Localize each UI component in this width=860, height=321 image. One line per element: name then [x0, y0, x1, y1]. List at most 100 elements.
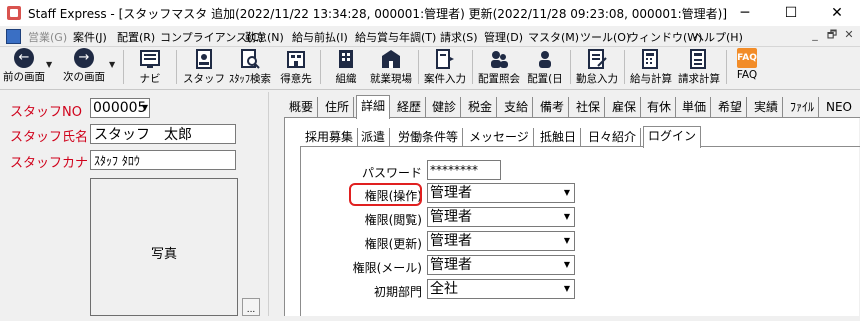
- tab-overview[interactable]: 概要: [285, 97, 319, 117]
- staff-kana-field[interactable]: ｽﾀｯﾌ ﾀﾛｳ: [90, 150, 236, 170]
- tab-details[interactable]: 詳細: [356, 95, 391, 119]
- photo-box[interactable]: 写真: [90, 178, 238, 316]
- permission-mail-select[interactable]: 管理者 ▼: [427, 255, 575, 275]
- default-department-select[interactable]: 全社 ▼: [427, 279, 575, 299]
- tab-address[interactable]: 住所: [321, 97, 355, 117]
- menu-billing[interactable]: 請求(S): [440, 29, 478, 45]
- placement-daily-button[interactable]: 配置(日: [524, 48, 566, 86]
- staff-search-icon: [241, 49, 260, 69]
- menu-sales[interactable]: 営業(G): [28, 29, 67, 45]
- subtab-conflict-date[interactable]: 抵触日: [536, 128, 582, 146]
- payroll-label: 給与計算: [630, 73, 672, 85]
- menu-placement[interactable]: 配置(R): [117, 29, 155, 45]
- chevron-down-icon: ▼: [563, 284, 571, 293]
- permission-view-select[interactable]: 管理者 ▼: [427, 207, 575, 227]
- navi-button[interactable]: ナビ: [130, 48, 170, 86]
- password-field[interactable]: ********: [427, 160, 501, 180]
- subtab-login[interactable]: ログイン: [643, 126, 702, 148]
- staff-name-label: スタッフ氏名: [10, 130, 89, 145]
- chevron-down-icon: ▼: [563, 236, 571, 245]
- toolbar-separator: [176, 50, 177, 84]
- tab-employment-insurance[interactable]: 雇保: [608, 97, 642, 117]
- worksite-icon: [382, 50, 400, 68]
- billing-button[interactable]: 請求計算: [676, 48, 722, 86]
- menu-advance-pay[interactable]: 給与前払(I): [292, 29, 348, 45]
- tab-tax[interactable]: 税金: [464, 97, 498, 117]
- placement-daily-icon: [539, 51, 551, 68]
- permission-view-label: 権限(閲覧): [364, 213, 422, 227]
- chevron-down-icon: ▼: [141, 103, 148, 112]
- close-button[interactable]: ✕: [814, 0, 860, 26]
- faq-button[interactable]: FAQ FAQ: [730, 48, 764, 86]
- menu-jobs[interactable]: 案件(J): [73, 29, 107, 45]
- faq-icon: FAQ: [737, 48, 757, 68]
- default-department-label: 初期部門: [373, 285, 422, 299]
- menu-admin[interactable]: 管理(D): [484, 29, 523, 45]
- tab-files[interactable]: ﾌｧｲﾙ: [786, 97, 820, 117]
- photo-browse-button[interactable]: ...: [242, 298, 260, 316]
- permission-operation-select[interactable]: 管理者 ▼: [427, 183, 575, 203]
- mdi-restore-button[interactable]: 🗗: [825, 28, 839, 42]
- menu-window[interactable]: ウィンドウ(W): [628, 29, 702, 45]
- subtab-daily-referral[interactable]: 日々紹介: [584, 128, 642, 146]
- tab-results[interactable]: 実績: [750, 97, 784, 117]
- permission-update-select[interactable]: 管理者 ▼: [427, 231, 575, 251]
- subtab-messages[interactable]: メッセージ: [465, 128, 534, 146]
- staff-search-label: ｽﾀｯﾌ検索: [229, 73, 271, 85]
- tab-payment[interactable]: 支給: [500, 97, 534, 117]
- tab-social-insurance[interactable]: 社保: [572, 97, 606, 117]
- client-button[interactable]: 得意先: [276, 48, 316, 86]
- menu-master[interactable]: マスタ(M): [528, 29, 579, 45]
- permission-update-label: 権限(更新): [364, 237, 422, 251]
- tab-preferences[interactable]: 希望: [714, 97, 748, 117]
- tab-unit-price[interactable]: 単価: [678, 97, 712, 117]
- subtab-working-conditions[interactable]: 労働条件等: [394, 128, 464, 146]
- mdi-minimize-button[interactable]: _: [808, 28, 822, 42]
- staff-no-value: 000005: [93, 100, 147, 116]
- menu-tools[interactable]: ツール(O): [580, 29, 630, 45]
- tab-health[interactable]: 健診: [428, 97, 462, 117]
- minimize-button[interactable]: ─: [722, 0, 768, 26]
- maximize-button[interactable]: ☐: [768, 0, 814, 26]
- job-input-label: 案件入力: [424, 73, 466, 85]
- app-icon: [7, 6, 21, 20]
- tab-paid-leave[interactable]: 有休: [643, 97, 677, 117]
- staff-label: スタッフ: [183, 73, 225, 85]
- navi-label: ナビ: [139, 73, 161, 85]
- staff-no-label: スタッフNO: [10, 105, 82, 120]
- menu-payroll[interactable]: 給与賞与年調(T): [355, 29, 436, 45]
- chevron-down-icon[interactable]: ▼: [46, 60, 52, 69]
- staff-search-button[interactable]: ｽﾀｯﾌ検索: [226, 48, 274, 86]
- menu-help[interactable]: ヘルプ(H): [693, 29, 743, 45]
- worksite-button[interactable]: 就業現場: [368, 48, 414, 86]
- tab-history[interactable]: 経歴: [393, 97, 427, 117]
- chevron-down-icon: ▼: [563, 188, 571, 197]
- prev-screen-button[interactable]: ← 前の画面: [2, 48, 46, 86]
- payroll-button[interactable]: 給与計算: [628, 48, 674, 86]
- panel-divider: [268, 92, 269, 316]
- organization-button[interactable]: 組織: [326, 48, 366, 86]
- staff-button[interactable]: スタッフ: [182, 48, 226, 86]
- subtab-dispatch[interactable]: 派遣: [357, 128, 391, 146]
- menu-attendance[interactable]: 勤怠(N): [245, 29, 284, 45]
- mdi-close-button[interactable]: ✕: [842, 28, 856, 42]
- faq-label: FAQ: [736, 69, 758, 81]
- tab-notes[interactable]: 備考: [536, 97, 570, 117]
- chevron-down-icon[interactable]: ▼: [109, 60, 115, 69]
- tab-neo[interactable]: NEO: [822, 97, 856, 117]
- document-icon[interactable]: [6, 29, 21, 44]
- subtab-recruitment[interactable]: 採用募集: [301, 128, 359, 146]
- placement-inquiry-button[interactable]: 配置照会: [476, 48, 522, 86]
- staff-name-field[interactable]: スタッフ 太郎: [90, 124, 236, 144]
- next-screen-button[interactable]: → 次の画面: [60, 48, 108, 86]
- toolbar-separator: [123, 50, 124, 84]
- attendance-input-button[interactable]: 勤怠入力: [574, 48, 620, 86]
- staff-no-select[interactable]: 000005 ▼: [90, 98, 150, 118]
- attendance-input-icon: [588, 49, 607, 69]
- toolbar-separator: [418, 50, 419, 84]
- next-screen-label: 次の画面: [63, 71, 105, 83]
- attendance-input-label: 勤怠入力: [576, 73, 618, 85]
- toolbar-separator: [320, 50, 321, 84]
- photo-label: 写真: [150, 247, 177, 262]
- job-input-button[interactable]: 案件入力: [422, 48, 468, 86]
